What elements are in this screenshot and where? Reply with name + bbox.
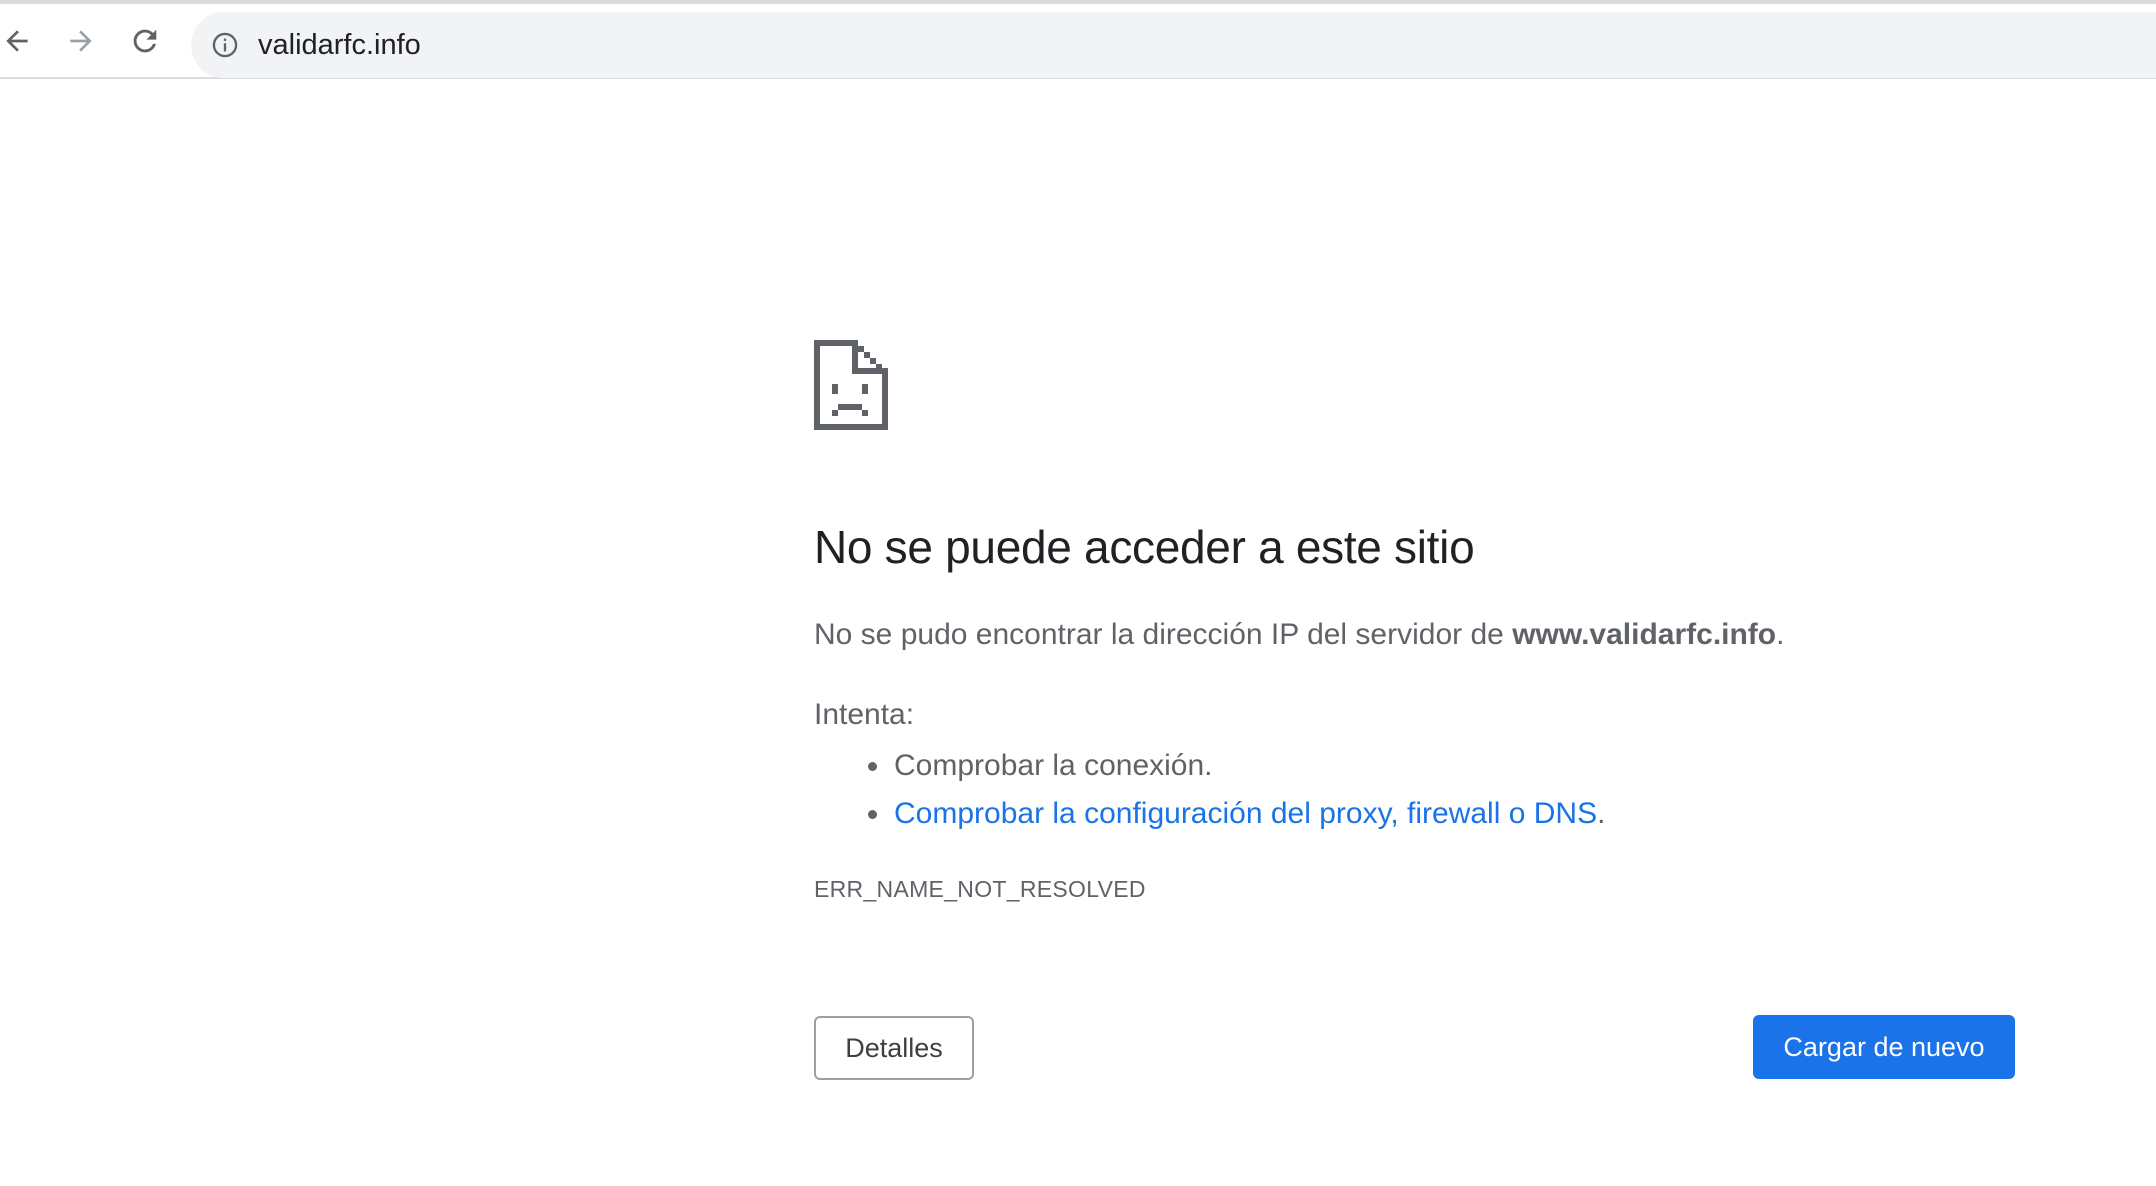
back-button[interactable] (0, 18, 40, 64)
suggestion-item: Comprobar la configuración del proxy, fi… (814, 790, 1605, 838)
reload-icon (133, 29, 157, 53)
address-bar[interactable]: validarfc.info (191, 12, 2156, 78)
suggestion-text: Comprobar la conexión. (894, 749, 1213, 782)
arrow-left-icon (6, 30, 28, 52)
bullet-icon (868, 762, 877, 771)
proxy-settings-link[interactable]: Comprobar la configuración del proxy, fi… (894, 797, 1597, 830)
info-icon[interactable] (211, 31, 239, 59)
details-button[interactable]: Detalles (814, 1016, 974, 1080)
forward-button[interactable] (58, 18, 104, 64)
browser-toolbar: validarfc.info (0, 4, 2156, 79)
summary-host: www.validarfc.info (1512, 618, 1777, 651)
summary-suffix: . (1776, 618, 1785, 651)
reload-button[interactable] (122, 18, 168, 64)
error-summary: No se pudo encontrar la dirección IP del… (814, 618, 1784, 652)
suggestions-list: Comprobar la conexión. Comprobar la conf… (814, 742, 1605, 838)
bullet-icon (868, 810, 877, 819)
error-code: ERR_NAME_NOT_RESOLVED (814, 876, 1146, 902)
suggestion-suffix: . (1597, 797, 1606, 830)
arrow-right-icon (70, 30, 92, 52)
url-text[interactable]: validarfc.info (258, 12, 421, 78)
error-heading: No se puede acceder a este sitio (814, 521, 1475, 573)
suggestion-item: Comprobar la conexión. (814, 742, 1605, 790)
reload-page-button[interactable]: Cargar de nuevo (1753, 1015, 2015, 1079)
try-label: Intenta: (814, 698, 915, 731)
summary-prefix: No se pudo encontrar la dirección IP del… (814, 618, 1513, 651)
sad-document-icon (814, 340, 888, 430)
